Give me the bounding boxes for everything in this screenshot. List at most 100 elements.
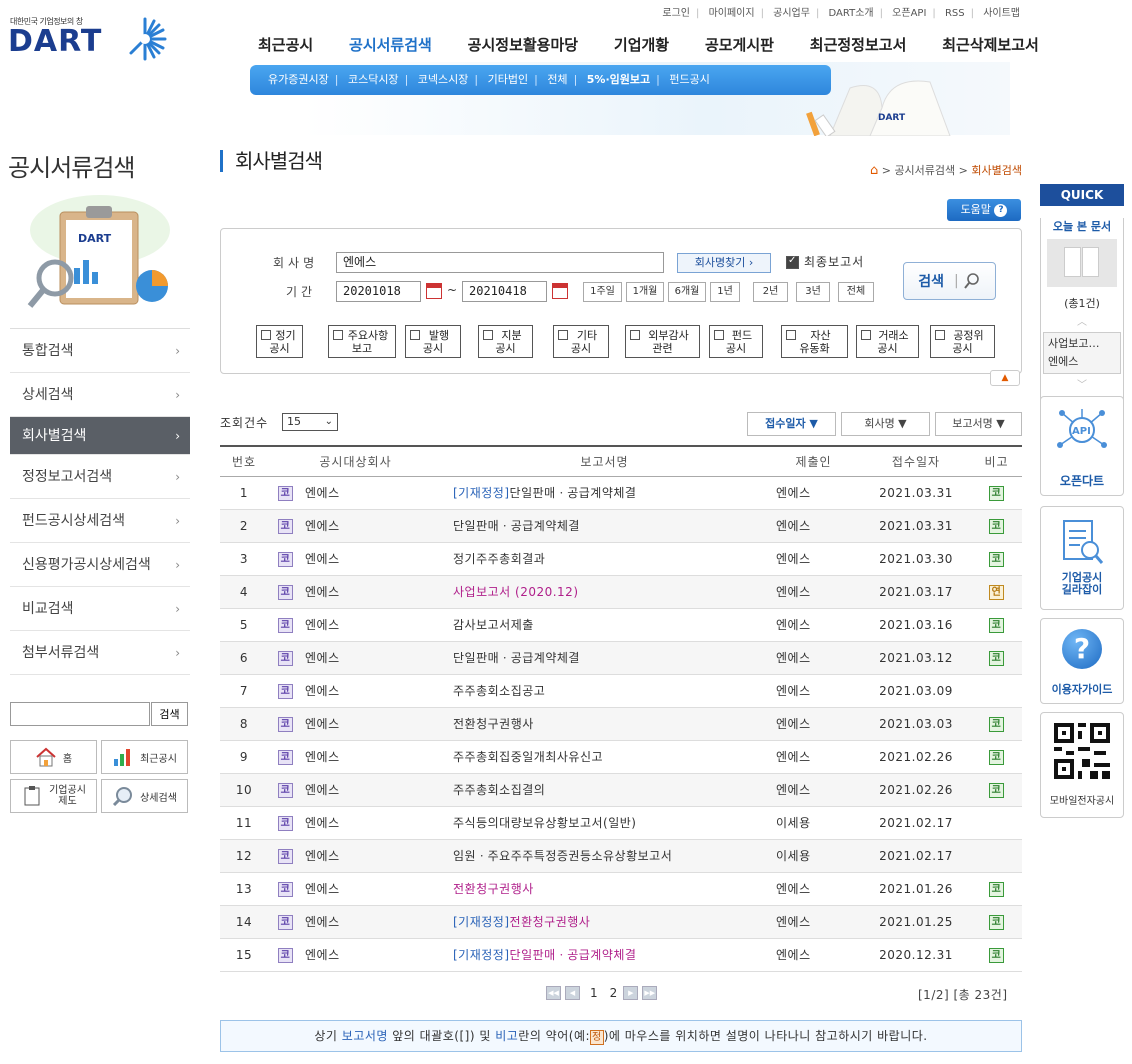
type-issue-button[interactable]: 발행 공시 bbox=[405, 325, 461, 358]
collapse-form-button[interactable]: ▲ bbox=[990, 370, 1020, 386]
cell-company[interactable]: 코 엔에스 bbox=[268, 905, 443, 939]
util-link-openapi[interactable]: 오픈API bbox=[892, 4, 926, 19]
gnb-recent[interactable]: 최근공시 bbox=[258, 34, 313, 55]
sort-company-button[interactable]: 회사명 ▼ bbox=[841, 412, 930, 436]
chevron-up-icon[interactable]: ︿ bbox=[1041, 313, 1123, 328]
type-audit-button[interactable]: 외부감사 관련 bbox=[625, 325, 700, 358]
count-select[interactable]: 15 ⌄ bbox=[282, 413, 338, 431]
sort-date-button[interactable]: 접수일자 ▼ bbox=[747, 412, 836, 436]
period-all-button[interactable]: 전체 bbox=[838, 282, 874, 302]
report-name-link[interactable]: 단일판매ㆍ공급계약체결 bbox=[453, 519, 580, 533]
lnb-item-company-search[interactable]: 회사별검색 › bbox=[10, 417, 190, 455]
quick-system-button[interactable]: 기업공시 제도 bbox=[10, 779, 97, 813]
breadcrumb-item[interactable]: 공시서류검색 bbox=[894, 164, 955, 177]
lnb-item-integrated-search[interactable]: 통합검색 › bbox=[10, 329, 190, 373]
cell-report[interactable]: [기재정정]전환청구권행사 bbox=[443, 905, 766, 939]
gnb-data-usage[interactable]: 공시정보활용마당 bbox=[468, 34, 578, 55]
open-dart-button[interactable]: API 오픈다트 bbox=[1040, 396, 1124, 496]
company-name[interactable]: 엔에스 bbox=[305, 552, 340, 566]
type-checkbox[interactable] bbox=[333, 330, 343, 340]
table-row[interactable]: 6 코 엔에스 단일판매ㆍ공급계약체결 엔에스 2021.03.12 코 bbox=[220, 641, 1022, 675]
last-page-icon[interactable]: ▶▶ bbox=[642, 986, 658, 1000]
note-badge[interactable]: 코 bbox=[989, 617, 1004, 633]
cell-company[interactable]: 코 엔에스 bbox=[268, 938, 443, 972]
report-name-link[interactable]: 단일판매ㆍ공급계약체결 bbox=[453, 651, 580, 665]
page-2[interactable]: 2 bbox=[610, 986, 618, 1000]
company-name[interactable]: 엔에스 bbox=[305, 882, 340, 896]
cell-company[interactable]: 코 엔에스 bbox=[268, 476, 443, 510]
mobile-disclosure-button[interactable]: 모바일전자공시 bbox=[1040, 712, 1124, 818]
company-name[interactable]: 엔에스 bbox=[305, 651, 340, 665]
type-checkbox[interactable] bbox=[861, 330, 871, 340]
period-1week-button[interactable]: 1주일 bbox=[583, 282, 622, 302]
cell-report[interactable]: 주주총회소집공고 bbox=[443, 674, 766, 708]
cell-report[interactable]: 단일판매ㆍ공급계약체결 bbox=[443, 509, 766, 543]
util-link-disclosure-work[interactable]: 공시업무 bbox=[773, 4, 810, 19]
cell-company[interactable]: 코 엔에스 bbox=[268, 707, 443, 741]
table-row[interactable]: 13 코 엔에스 전환청구권행사 엔에스 2021.01.26 코 bbox=[220, 872, 1022, 906]
note-badge[interactable]: 코 bbox=[989, 716, 1004, 732]
left-search-input[interactable] bbox=[10, 702, 150, 726]
table-row[interactable]: 7 코 엔에스 주주총회소집공고 엔에스 2021.03.09 bbox=[220, 674, 1022, 708]
company-name[interactable]: 엔에스 bbox=[305, 783, 340, 797]
company-name[interactable]: 엔에스 bbox=[305, 585, 340, 599]
calendar-icon[interactable] bbox=[426, 283, 442, 299]
company-name[interactable]: 엔에스 bbox=[305, 915, 340, 929]
util-link-login[interactable]: 로그인 bbox=[662, 4, 690, 19]
page-1[interactable]: 1 bbox=[590, 986, 598, 1000]
cell-company[interactable]: 코 엔에스 bbox=[268, 740, 443, 774]
table-row[interactable]: 14 코 엔에스 [기재정정]전환청구권행사 엔에스 2021.01.25 코 bbox=[220, 905, 1022, 939]
company-name[interactable]: 엔에스 bbox=[305, 849, 340, 863]
gnb-recent-deleted[interactable]: 최근삭제보고서 bbox=[942, 34, 1039, 55]
next-page-icon[interactable]: ▶ bbox=[623, 986, 639, 1000]
left-search-button[interactable]: 검색 bbox=[151, 702, 188, 726]
util-link-rss[interactable]: RSS bbox=[945, 8, 965, 19]
gnb-recent-corrections[interactable]: 최근정정보고서 bbox=[810, 34, 907, 55]
report-name-link[interactable]: 전환청구권행사 bbox=[453, 882, 534, 896]
lnb-item-compare-search[interactable]: 비교검색 › bbox=[10, 587, 190, 631]
company-name[interactable]: 엔에스 bbox=[305, 519, 340, 533]
note-badge[interactable]: 코 bbox=[989, 749, 1004, 765]
date-to-input[interactable]: 20210418 bbox=[462, 281, 547, 302]
cell-report[interactable]: 정기주주총회결과 bbox=[443, 542, 766, 576]
type-checkbox[interactable] bbox=[630, 330, 640, 340]
cell-report[interactable]: 전환청구권행사 bbox=[443, 707, 766, 741]
subnav-konex[interactable]: 코넥스시장 bbox=[418, 65, 469, 95]
cell-company[interactable]: 코 엔에스 bbox=[268, 608, 443, 642]
util-link-sitemap[interactable]: 사이트맵 bbox=[983, 4, 1020, 19]
type-ftc-button[interactable]: 공정위 공시 bbox=[930, 325, 995, 358]
quick-recent-button[interactable]: 최근공시 bbox=[101, 740, 188, 774]
cell-company[interactable]: 코 엔에스 bbox=[268, 542, 443, 576]
note-badge[interactable]: 코 bbox=[989, 518, 1004, 534]
date-from-input[interactable]: 20201018 bbox=[336, 281, 421, 302]
util-link-mypage[interactable]: 마이페이지 bbox=[709, 4, 755, 19]
chevron-down-icon[interactable]: ﹀ bbox=[1041, 376, 1123, 391]
lnb-item-correction-search[interactable]: 정정보고서검색 › bbox=[10, 455, 190, 499]
cell-report[interactable]: 임원ㆍ주요주주특정증권등소유상황보고서 bbox=[443, 839, 766, 873]
report-prefix[interactable]: [기재정정] bbox=[453, 948, 510, 962]
gnb-doc-search[interactable]: 공시서류검색 bbox=[349, 34, 432, 55]
note-badge[interactable]: 코 bbox=[989, 782, 1004, 798]
company-name[interactable]: 엔에스 bbox=[305, 717, 340, 731]
company-name[interactable]: 엔에스 bbox=[305, 816, 340, 830]
table-row[interactable]: 8 코 엔에스 전환청구권행사 엔에스 2021.03.03 코 bbox=[220, 707, 1022, 741]
report-name-link[interactable]: 정기주주총회결과 bbox=[453, 552, 545, 566]
type-abs-button[interactable]: 자산 유동화 bbox=[781, 325, 848, 358]
period-3year-button[interactable]: 3년 bbox=[796, 282, 830, 302]
report-name-link[interactable]: 사업보고서 (2020.12) bbox=[453, 585, 579, 599]
find-company-button[interactable]: 회사명찾기 › bbox=[677, 253, 771, 273]
type-checkbox[interactable] bbox=[261, 330, 271, 340]
company-name[interactable]: 엔에스 bbox=[305, 750, 340, 764]
table-row[interactable]: 2 코 엔에스 단일판매ㆍ공급계약체결 엔에스 2021.03.31 코 bbox=[220, 509, 1022, 543]
table-row[interactable]: 3 코 엔에스 정기주주총회결과 엔에스 2021.03.30 코 bbox=[220, 542, 1022, 576]
util-link-about[interactable]: DART소개 bbox=[829, 4, 874, 19]
gnb-offering-board[interactable]: 공모게시판 bbox=[705, 34, 774, 55]
cell-report[interactable]: 주주총회소집결의 bbox=[443, 773, 766, 807]
period-2year-button[interactable]: 2년 bbox=[753, 282, 788, 302]
cell-company[interactable]: 코 엔에스 bbox=[268, 575, 443, 609]
report-name-link[interactable]: 단일판매ㆍ공급계약체결 bbox=[510, 486, 637, 500]
final-report-checkbox[interactable] bbox=[786, 255, 799, 269]
report-name-link[interactable]: 단일판매ㆍ공급계약체결 bbox=[510, 948, 637, 962]
period-1month-button[interactable]: 1개월 bbox=[626, 282, 664, 302]
report-name-link[interactable]: 전환청구권행사 bbox=[453, 717, 534, 731]
